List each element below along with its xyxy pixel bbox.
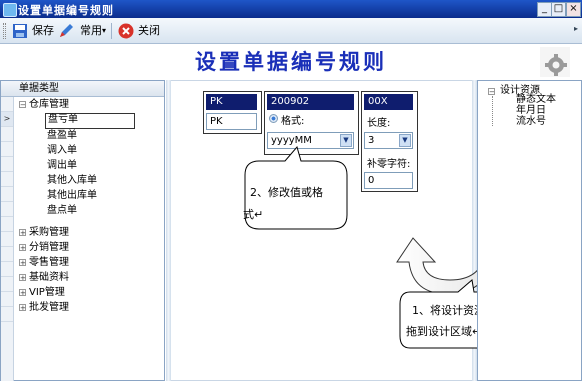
page-header: 设置单据编号规则 <box>0 44 582 78</box>
document-type-header: 单据类型 <box>1 81 164 97</box>
close-label: 关闭 <box>138 24 160 37</box>
prefix-segment-box[interactable]: PK PK <box>203 91 262 134</box>
window-title: 设置单据编号规则 <box>18 4 114 17</box>
pad-char-field[interactable]: 0 <box>364 172 413 189</box>
format-radio[interactable] <box>269 114 278 123</box>
save-icon <box>13 24 27 38</box>
common-label: 常用 <box>80 24 102 37</box>
tree-item-selected[interactable]: 盘亏单 <box>45 113 135 129</box>
save-button[interactable]: 保存 <box>12 22 54 40</box>
chevron-down-icon: ▾ <box>102 26 107 35</box>
length-select[interactable]: 3 ▼ <box>364 132 413 149</box>
tree-line <box>492 96 493 126</box>
tree-node-warehouse[interactable]: 仓库管理 <box>29 97 69 112</box>
gutter-row <box>1 202 13 217</box>
gutter-row <box>1 217 13 232</box>
date-segment-head: 200902 <box>267 94 354 110</box>
design-resources-panel: − 设计资源 静态文本 年月日 流水号 <box>477 80 582 381</box>
collapse-toggle-resources[interactable]: − <box>488 88 495 96</box>
resource-serial-number[interactable]: 流水号 <box>516 116 546 131</box>
close-icon <box>118 23 134 39</box>
gutter-row <box>1 247 13 262</box>
length-label: 长度: <box>367 118 391 129</box>
row-gutter: > <box>1 97 14 381</box>
gutter-row <box>1 97 13 112</box>
left-splitter[interactable] <box>166 80 171 381</box>
toolbar-overflow-icon[interactable]: ▸ <box>574 24 578 33</box>
expand-toggle-retail[interactable]: + <box>19 259 26 267</box>
tree-item[interactable]: 盘盈单 <box>47 128 77 143</box>
page-title: 设置单据编号规则 <box>195 49 387 74</box>
gutter-row <box>1 187 13 202</box>
gear-icon <box>540 47 570 77</box>
close-button[interactable]: 关闭 <box>118 22 162 40</box>
app-icon <box>3 3 17 17</box>
tree-item[interactable]: 调出单 <box>47 158 77 173</box>
gutter-row <box>1 277 13 292</box>
prefix-segment-head: PK <box>206 94 257 110</box>
common-menu-button[interactable]: 常用 ▾ <box>58 22 108 40</box>
gutter-row <box>1 127 13 142</box>
minimize-button[interactable]: _ <box>537 2 552 17</box>
pad-char-label: 补零字符: <box>367 159 411 170</box>
current-row-indicator: > <box>1 112 13 127</box>
tree-node-distribution[interactable]: 分销管理 <box>29 240 69 255</box>
expand-toggle-distribution[interactable]: + <box>19 244 26 252</box>
toolbar-grip <box>3 23 6 39</box>
tree-node-basic-data[interactable]: 基础资料 <box>29 270 69 285</box>
tree-node-vip[interactable]: VIP管理 <box>29 285 65 300</box>
gutter-row <box>1 157 13 172</box>
expand-toggle-wholesale[interactable]: + <box>19 304 26 312</box>
tree-item[interactable]: 其他出库单 <box>47 188 97 203</box>
toolbar-divider <box>111 23 112 39</box>
callout-1-line-1: 1、将设计资源 <box>412 304 485 317</box>
save-label: 保存 <box>32 24 54 37</box>
expand-toggle-purchase[interactable]: + <box>19 229 26 237</box>
callout-1-line-2: 拖到设计区域↵ <box>406 325 482 338</box>
serial-segment-head: 00X <box>364 94 413 110</box>
toolbar: 保存 常用 ▾ 关闭 ▸ <box>0 18 582 44</box>
prefix-value-field[interactable]: PK <box>206 113 257 130</box>
maximize-button[interactable]: □ <box>551 2 566 17</box>
format-label: 格式: <box>281 116 305 127</box>
tree-node-wholesale[interactable]: 批发管理 <box>29 300 69 315</box>
gutter-row <box>1 262 13 277</box>
expand-toggle-basic-data[interactable]: + <box>19 274 26 282</box>
tree-item[interactable]: 盘点单 <box>47 203 77 218</box>
pen-icon <box>60 24 73 37</box>
gutter-row <box>1 232 13 247</box>
gutter-row <box>1 292 13 307</box>
gutter-row <box>1 142 13 157</box>
gutter-row <box>1 307 13 322</box>
collapse-toggle-warehouse[interactable]: − <box>19 101 26 109</box>
tree-node-purchase[interactable]: 采购管理 <box>29 225 69 240</box>
callout-2-line-2: 式↵ <box>243 208 264 221</box>
serial-segment-box[interactable]: 00X 长度: 3 ▼ 补零字符: 0 <box>361 91 418 192</box>
expand-toggle-vip[interactable]: + <box>19 289 26 297</box>
close-window-button[interactable]: × <box>566 2 581 17</box>
length-select-value: 3 <box>368 135 375 146</box>
gutter-row <box>1 172 13 187</box>
document-type-panel: 单据类型 > − 仓库管理 盘亏单 盘盈单 调入单 调出单 其他入库单 其他出库… <box>0 80 165 381</box>
window-title-bar: 设置单据编号规则 _ □ × <box>0 0 582 18</box>
chevron-down-icon[interactable]: ▼ <box>399 134 411 147</box>
tree-item[interactable]: 其他入库单 <box>47 173 97 188</box>
callout-2-line-1: 2、修改值或格 <box>250 186 323 199</box>
tree-item[interactable]: 调入单 <box>47 143 77 158</box>
tree-node-retail[interactable]: 零售管理 <box>29 255 69 270</box>
